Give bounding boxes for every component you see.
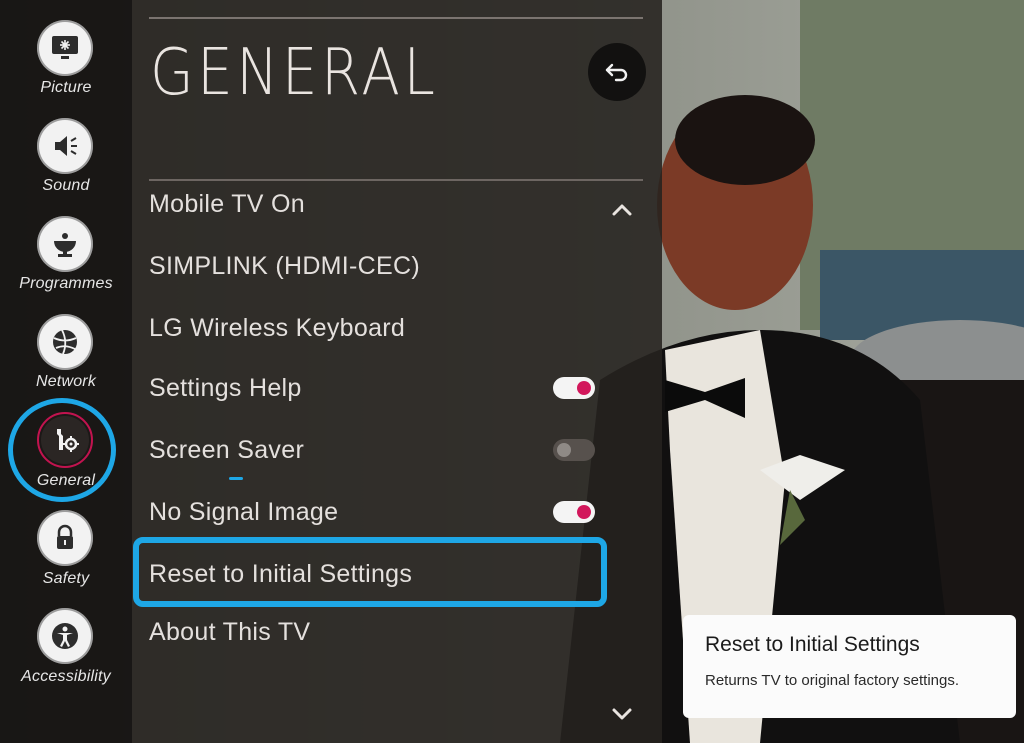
sidebar-item-label: Programmes (19, 275, 113, 292)
sidebar-item-label: Sound (42, 177, 90, 194)
sidebar-item-label: Safety (42, 570, 90, 587)
page-title: GENERAL (150, 36, 439, 110)
focus-indicator (229, 477, 243, 480)
general-highlight-ring (8, 398, 116, 502)
menu-item-about-this-tv[interactable]: About This TV (149, 618, 310, 647)
accessibility-icon (37, 608, 93, 664)
toggle-knob (577, 381, 591, 395)
no-signal-image-toggle[interactable] (553, 501, 595, 523)
settings-help-toggle[interactable] (553, 377, 595, 399)
toggle-knob (577, 505, 591, 519)
sidebar-item-label: Picture (40, 79, 92, 96)
menu-item-settings-help[interactable]: Settings Help (149, 374, 302, 403)
sidebar-item-label: Accessibility (21, 668, 111, 685)
menu-item-lg-wireless-keyboard[interactable]: LG Wireless Keyboard (149, 314, 405, 343)
speaker-icon (37, 118, 93, 174)
category-sidebar: Picture Sound Programmes Network General… (0, 0, 132, 743)
reset-highlight-box (133, 537, 607, 607)
chevron-up-icon[interactable] (610, 202, 634, 218)
sidebar-item-label: Network (35, 373, 97, 390)
menu-item-mobile-tv-on[interactable]: Mobile TV On (149, 190, 305, 219)
screen-saver-toggle[interactable] (553, 439, 595, 461)
chevron-down-icon[interactable] (610, 706, 634, 722)
toggle-knob (557, 443, 571, 457)
panel-divider (149, 179, 643, 181)
lock-icon (37, 510, 93, 566)
tooltip-title: Reset to Initial Settings (705, 633, 920, 656)
panel-top-divider (149, 17, 643, 19)
menu-item-no-signal-image[interactable]: No Signal Image (149, 498, 338, 527)
satellite-dish-icon (37, 216, 93, 272)
help-tooltip: Reset to Initial Settings Returns TV to … (683, 615, 1016, 718)
picture-icon (37, 20, 93, 76)
tooltip-description: Returns TV to original factory settings. (705, 672, 960, 689)
back-button[interactable] (588, 43, 646, 101)
menu-item-screen-saver[interactable]: Screen Saver (149, 436, 304, 465)
menu-item-simplink[interactable]: SIMPLINK (HDMI-CEC) (149, 252, 420, 281)
back-arrow-icon (605, 63, 628, 82)
globe-icon (37, 314, 93, 370)
